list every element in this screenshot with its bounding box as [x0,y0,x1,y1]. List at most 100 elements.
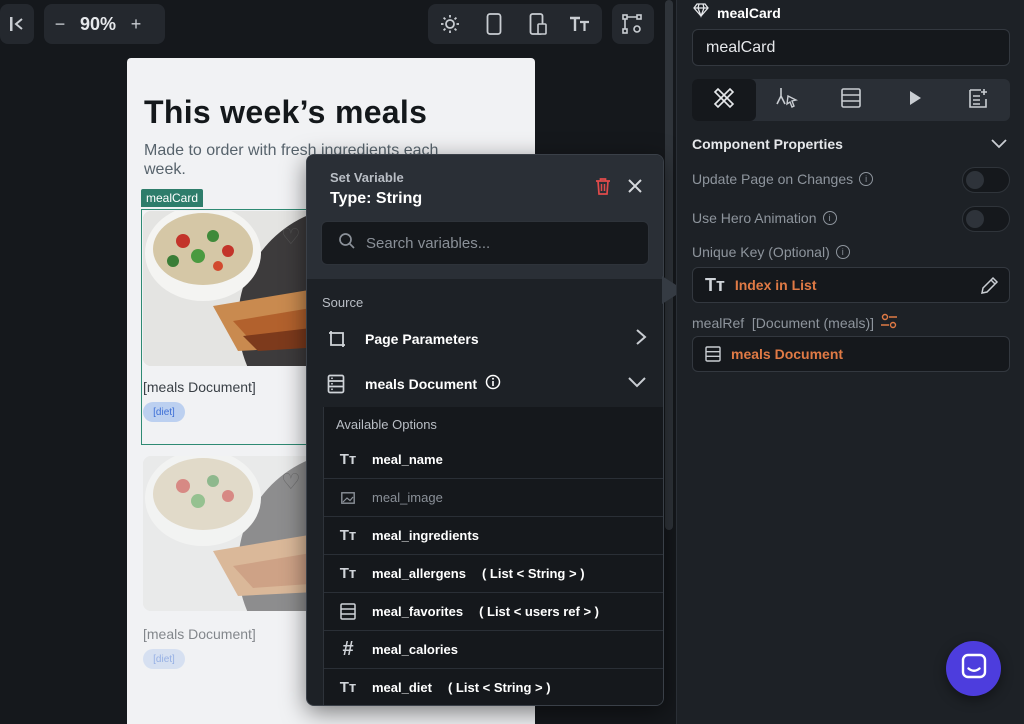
option-meal-favorites[interactable]: meal_favorites ( List < users ref > ) [324,593,663,631]
tablet-icon[interactable] [516,4,560,44]
panel-tabs [692,79,1010,121]
favorite-heart-icon[interactable]: ♡ [281,469,301,495]
available-options-title: Available Options [336,417,437,432]
delete-icon[interactable] [595,177,611,200]
properties-panel: mealCard C [676,0,1024,724]
text-type-icon: Tт [339,565,357,582]
edit-pencil-icon[interactable] [979,276,999,301]
popup-heading: Set Variable [330,170,404,185]
zoom-control: − 90% + [44,4,165,44]
hash-icon: # [342,638,354,660]
toggle-knob [966,210,984,228]
page-title: This week’s meals [144,94,428,130]
property-label: mealRef [Document (meals)] [692,314,875,331]
available-options-list: Available Options Tт meal_name meal_imag… [323,407,663,705]
phone-icon[interactable] [472,4,516,44]
tab-actions[interactable] [756,79,820,121]
database-icon [705,346,721,362]
info-icon[interactable] [485,374,501,395]
hero-animation-property: Use Hero Animation i [692,210,837,226]
hero-animation-toggle[interactable] [962,206,1010,232]
text-type-icon: Tт [339,451,357,468]
node-settings-icon[interactable] [612,4,652,44]
unique-key-value: Index in List [734,277,817,293]
collapse-left-icon[interactable] [0,4,34,44]
info-icon[interactable]: i [822,211,837,225]
database-icon [327,374,361,394]
canvas-scrollbar[interactable] [665,0,673,530]
light-mode-icon[interactable] [428,4,472,44]
close-icon[interactable] [627,175,643,199]
diet-chip: [diet] [143,402,185,422]
tab-documentation[interactable] [946,79,1010,121]
search-variables-input[interactable] [366,234,646,252]
search-variables-field [321,221,649,265]
tab-animations[interactable] [883,79,947,121]
image-icon [338,491,358,504]
variable-settings-icon[interactable] [880,313,898,332]
set-variable-popup: Set Variable Type: String Source Page Pa… [306,154,664,706]
component-header: mealCard [693,2,781,23]
database-icon [840,87,862,114]
search-icon [338,232,356,255]
property-label: Unique Key (Optional) [692,244,830,260]
source-label-text: meals Document [365,376,478,392]
component-name-field [692,29,1010,66]
notes-icon [967,87,989,114]
favorite-heart-icon[interactable]: ♡ [281,224,301,250]
option-type: ( List < String > ) [447,680,551,695]
component-name-input[interactable] [693,30,1009,65]
chevron-down-icon [627,375,647,393]
option-meal-diet[interactable]: Tт meal_diet ( List < String > ) [324,669,663,705]
zoom-level: 90% [80,13,117,34]
meal-doc-label: [meals Document] [143,626,256,642]
play-icon [908,90,922,111]
chat-icon [960,652,988,685]
source-meals-document[interactable]: meals Document [307,364,663,404]
update-page-toggle[interactable] [962,167,1010,193]
info-icon[interactable]: i [859,172,874,186]
meal-ref-field[interactable]: meals Document [692,336,1010,372]
source-label-text: Page Parameters [365,331,479,347]
option-name: meal_calories [372,642,459,657]
tab-backend-query[interactable] [819,79,883,121]
toggle-knob [966,171,984,189]
unique-key-field[interactable]: Tт Index in List [692,267,1010,303]
collapse-panel-group [0,4,34,44]
meal-doc-label: [meals Document] [143,379,256,395]
component-properties-title: Component Properties [692,136,843,152]
text-scale-icon[interactable] [560,4,600,44]
unique-key-property: Unique Key (Optional) i [692,244,850,260]
meal-ref-value: meals Document [731,346,844,362]
option-name: meal_ingredients [372,528,479,543]
variable-type-label: Type: String [330,190,423,207]
device-toolbar [428,4,602,44]
database-icon [338,603,358,620]
option-meal-ingredients[interactable]: Tт meal_ingredients [324,517,663,555]
option-meal-calories[interactable]: # meal_calories [324,631,663,669]
tab-properties[interactable] [692,79,756,121]
component-name: mealCard [717,4,781,21]
bracket-icon [327,329,361,349]
text-type-icon: Tт [705,274,725,295]
option-meal-name[interactable]: Tт meal_name [324,441,663,479]
option-type: ( List < users ref > ) [479,604,599,619]
source-page-parameters[interactable]: Page Parameters [307,319,663,359]
option-name: meal_allergens [372,566,466,581]
update-page-property: Update Page on Changes i [692,171,874,187]
option-name: meal_diet [372,680,432,695]
info-icon[interactable]: i [835,245,850,259]
zoom-in-button[interactable]: + [120,4,152,44]
option-name: meal_image [372,490,443,505]
chevron-down-icon[interactable] [991,136,1007,154]
zoom-out-button[interactable]: − [44,4,76,44]
diamond-icon [693,2,709,23]
chevron-right-icon [635,328,647,351]
option-type: ( List < String > ) [481,566,585,581]
option-meal-allergens[interactable]: Tт meal_allergens ( List < String > ) [324,555,663,593]
option-name: meal_favorites [372,604,464,619]
component-tag: mealCard [141,189,204,207]
popup-header: Set Variable Type: String [307,155,663,279]
action-flow-icon [775,86,799,115]
chat-support-button[interactable] [946,641,1001,696]
